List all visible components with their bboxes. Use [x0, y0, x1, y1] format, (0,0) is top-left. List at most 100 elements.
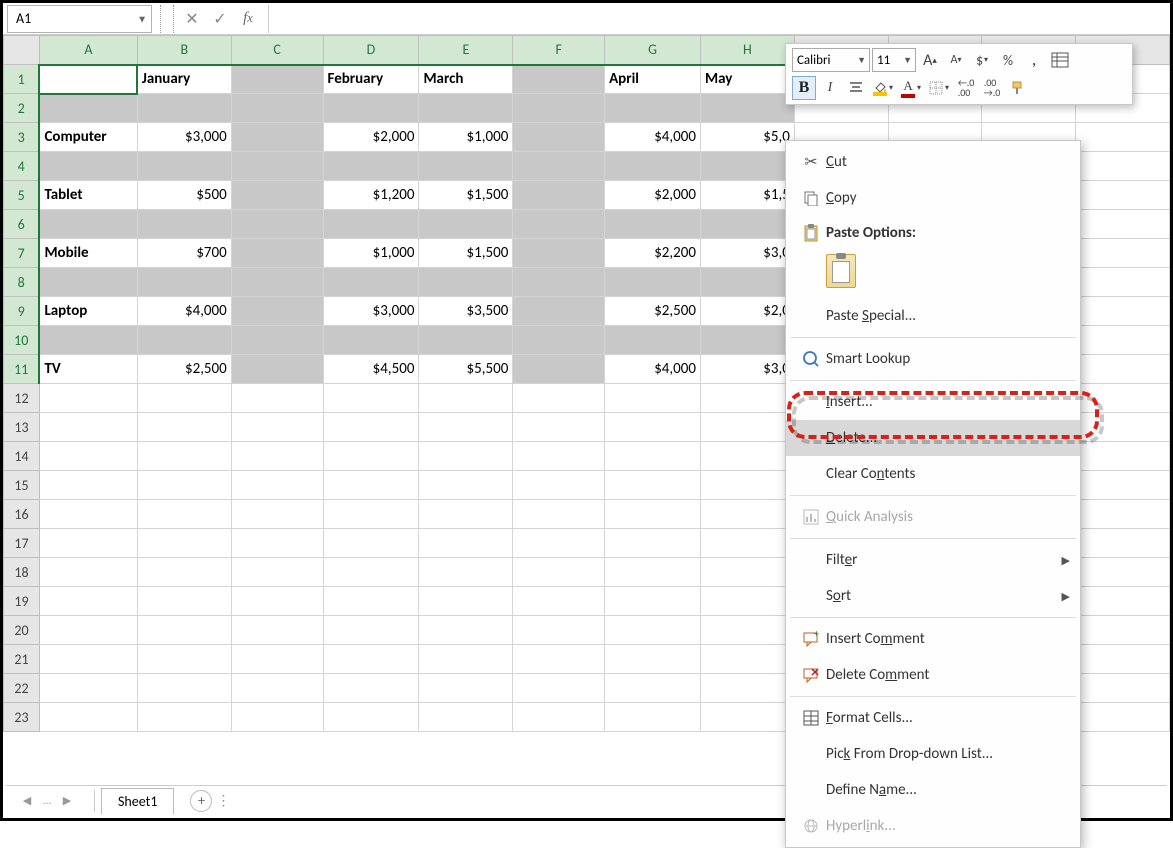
cell[interactable] — [513, 65, 605, 94]
cell[interactable] — [323, 268, 419, 297]
cell[interactable] — [513, 645, 605, 674]
row-header[interactable]: 10 — [4, 326, 40, 355]
cell[interactable] — [323, 674, 419, 703]
cell[interactable] — [231, 355, 323, 384]
menu-delete-comment[interactable]: Delete Comment — [786, 657, 1080, 693]
row-header[interactable]: 17 — [4, 529, 40, 558]
cell[interactable]: $500 — [137, 181, 231, 210]
cell[interactable] — [323, 471, 419, 500]
sheet-tab[interactable]: Sheet1 — [101, 788, 174, 814]
cell[interactable] — [1076, 645, 1170, 674]
column-header[interactable]: F — [513, 36, 605, 65]
cell[interactable] — [231, 181, 323, 210]
decrease-font-button[interactable]: A▾ — [944, 48, 968, 72]
row-header[interactable]: 11 — [4, 355, 40, 384]
italic-button[interactable]: I — [818, 76, 842, 100]
cell[interactable] — [513, 529, 605, 558]
cell[interactable] — [419, 94, 513, 123]
cell[interactable] — [231, 558, 323, 587]
cell[interactable] — [1076, 703, 1170, 732]
row-header[interactable]: 12 — [4, 384, 40, 413]
cell[interactable]: $5,0 — [700, 123, 794, 152]
cell[interactable]: $3,0 — [700, 355, 794, 384]
cell[interactable] — [1076, 674, 1170, 703]
cell[interactable] — [700, 413, 794, 442]
cell[interactable] — [323, 616, 419, 645]
cell[interactable] — [700, 616, 794, 645]
cell[interactable] — [419, 210, 513, 239]
row-header[interactable]: 16 — [4, 500, 40, 529]
cell[interactable] — [419, 500, 513, 529]
cell[interactable] — [1076, 587, 1170, 616]
cell[interactable] — [605, 645, 701, 674]
cell[interactable] — [700, 500, 794, 529]
menu-sort[interactable]: Sort ▶ — [786, 578, 1080, 614]
decrease-decimal-button[interactable]: .00→.0 — [980, 76, 1004, 100]
column-header[interactable]: B — [137, 36, 231, 65]
menu-insert-comment[interactable]: + Insert Comment — [786, 621, 1080, 657]
cell[interactable] — [700, 529, 794, 558]
cell[interactable] — [513, 326, 605, 355]
cell[interactable]: February — [323, 65, 419, 94]
cell[interactable] — [39, 94, 137, 123]
cell[interactable] — [513, 210, 605, 239]
cell[interactable] — [700, 152, 794, 181]
cell[interactable] — [39, 442, 137, 471]
cell[interactable]: $4,000 — [605, 123, 701, 152]
cell[interactable] — [513, 239, 605, 268]
row-header[interactable]: 14 — [4, 442, 40, 471]
cell[interactable] — [323, 326, 419, 355]
cell[interactable] — [231, 674, 323, 703]
cell[interactable] — [1076, 239, 1170, 268]
cell[interactable] — [419, 529, 513, 558]
cell[interactable]: May — [700, 65, 794, 94]
cell[interactable] — [700, 210, 794, 239]
cell[interactable] — [419, 152, 513, 181]
cell[interactable]: $1,200 — [323, 181, 419, 210]
cell[interactable]: $2,000 — [605, 181, 701, 210]
cell[interactable] — [231, 500, 323, 529]
cell[interactable] — [231, 645, 323, 674]
cell[interactable] — [231, 384, 323, 413]
fill-color-button[interactable]: ▾ — [870, 76, 896, 100]
cell[interactable] — [605, 471, 701, 500]
borders-button[interactable]: ▾ — [926, 76, 952, 100]
font-color-button[interactable]: A ▾ — [898, 76, 924, 100]
cell[interactable] — [137, 152, 231, 181]
cell[interactable] — [39, 645, 137, 674]
cell[interactable] — [605, 616, 701, 645]
fx-icon[interactable]: fx — [234, 5, 262, 33]
font-name-select[interactable]: Calibri▼ — [792, 48, 870, 72]
menu-define-name[interactable]: Define Name... — [786, 772, 1080, 808]
cell[interactable]: $2,500 — [605, 297, 701, 326]
cell[interactable]: $4,000 — [605, 355, 701, 384]
cell[interactable] — [323, 558, 419, 587]
percent-button[interactable]: % — [996, 48, 1020, 72]
cell[interactable] — [419, 703, 513, 732]
cell[interactable]: $1,5 — [700, 181, 794, 210]
cell[interactable]: $4,000 — [137, 297, 231, 326]
cell[interactable] — [137, 674, 231, 703]
cell[interactable]: Mobile — [39, 239, 137, 268]
cell[interactable] — [137, 703, 231, 732]
cell[interactable] — [39, 529, 137, 558]
cell[interactable] — [513, 152, 605, 181]
cell[interactable] — [231, 529, 323, 558]
increase-decimal-button[interactable]: ←.0.00 — [954, 76, 978, 100]
cell[interactable] — [39, 210, 137, 239]
cell[interactable] — [231, 471, 323, 500]
menu-paste-special[interactable]: Paste Special... — [786, 298, 1080, 334]
cell[interactable] — [700, 645, 794, 674]
menu-copy[interactable]: Copy — [786, 180, 1080, 216]
cell[interactable] — [605, 558, 701, 587]
cell[interactable] — [231, 297, 323, 326]
cell[interactable] — [323, 645, 419, 674]
column-header[interactable]: D — [323, 36, 419, 65]
add-sheet-button[interactable]: + — [190, 790, 212, 812]
cell[interactable] — [137, 268, 231, 297]
cell[interactable] — [605, 500, 701, 529]
cell[interactable] — [137, 471, 231, 500]
cell[interactable] — [231, 616, 323, 645]
cell[interactable] — [419, 558, 513, 587]
cell[interactable]: $2,000 — [323, 123, 419, 152]
